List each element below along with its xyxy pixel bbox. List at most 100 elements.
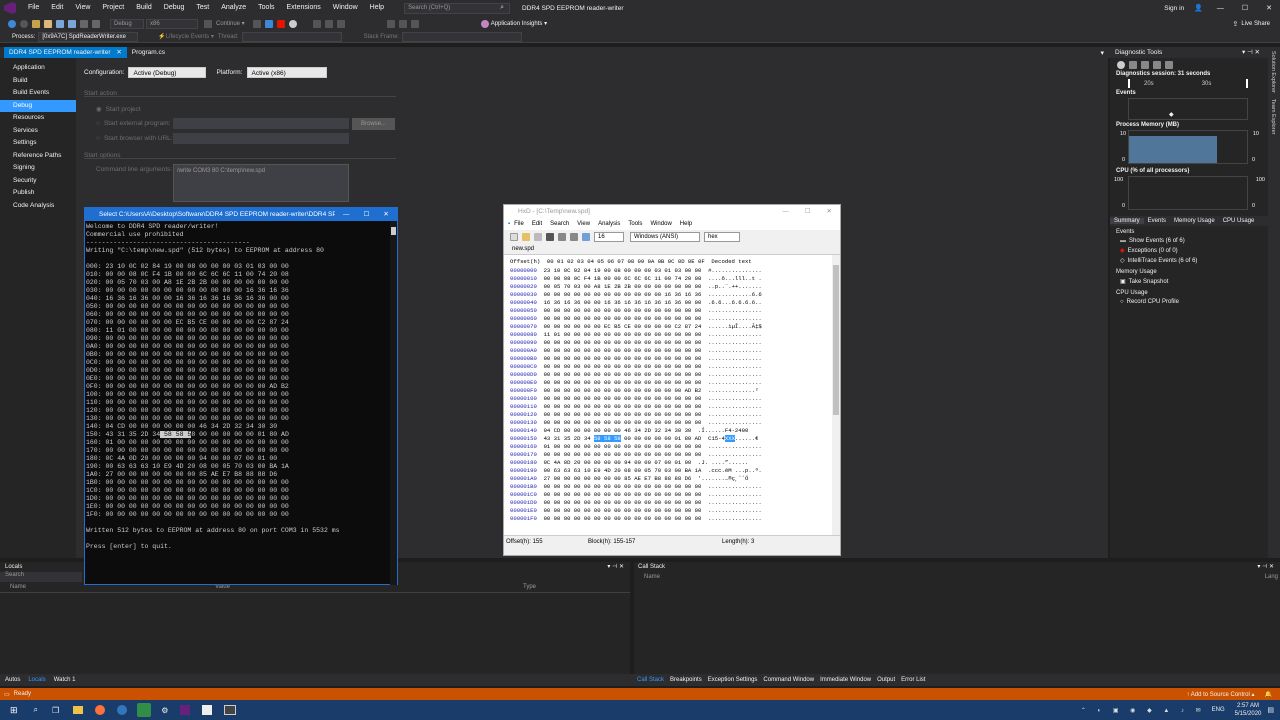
hxd-menu-help[interactable]: Help	[680, 219, 692, 230]
close-icon[interactable]: ✕	[1266, 4, 1272, 12]
pin-icon[interactable]: ▾ ⊣ ✕	[1242, 47, 1260, 58]
hxd-menu-analysis[interactable]: Analysis	[598, 219, 620, 230]
vs-logo-icon[interactable]	[4, 2, 16, 14]
app-insights-button[interactable]: Application Insights ▾	[491, 20, 547, 27]
step-out-icon[interactable]	[336, 19, 345, 28]
take-snapshot-link[interactable]: ▣ Take Snapshot	[1110, 275, 1268, 286]
tab-close-icon[interactable]: ✕	[116, 49, 121, 56]
start-project-radio[interactable]: ◉ Start project	[96, 105, 141, 114]
tab-autos[interactable]: Autos	[2, 677, 23, 683]
nav-debug[interactable]: Debug	[0, 99, 76, 112]
new-icon[interactable]	[510, 233, 518, 241]
bytes-per-row-select[interactable]: 16	[594, 232, 624, 242]
hxd-menu-tools[interactable]: Tools	[628, 219, 642, 230]
firefox-icon[interactable]	[95, 705, 106, 715]
search-icon[interactable]: ⌕	[500, 4, 504, 12]
reset-zoom-icon[interactable]	[1165, 60, 1173, 69]
menu-project[interactable]: Project	[96, 0, 130, 16]
new-project-icon[interactable]	[32, 19, 40, 28]
cmd-args-input[interactable]: /write COM3 80 C:\temp\new.spd	[173, 164, 349, 202]
nav-application[interactable]: Application	[0, 62, 76, 75]
show-events-link[interactable]: ▬ Show Events (6 of 6)	[1110, 235, 1268, 244]
menu-help[interactable]: Help	[364, 0, 390, 16]
hxd-menu-file[interactable]: File	[514, 219, 524, 230]
charset-select[interactable]: Windows (ANSI)	[630, 232, 700, 242]
pin-icon[interactable]: ▾ ⊣ ✕	[607, 563, 624, 570]
tab-watch-1[interactable]: Watch 1	[51, 677, 79, 683]
menu-analyze[interactable]: Analyze	[215, 0, 252, 16]
hot-reload-icon[interactable]	[252, 19, 261, 28]
undo-icon[interactable]	[80, 19, 88, 28]
step-over-icon[interactable]	[324, 19, 333, 28]
tab-overflow-icon[interactable]: ▾	[1100, 49, 1104, 57]
file-explorer-icon[interactable]	[73, 706, 84, 714]
menu-edit[interactable]: Edit	[45, 0, 69, 16]
nav-build[interactable]: Build	[0, 75, 76, 88]
minimize-icon[interactable]: —	[1217, 5, 1224, 12]
menu-file[interactable]: File	[22, 0, 45, 16]
uncomment-icon[interactable]	[410, 19, 419, 28]
offset-base-select[interactable]: hex	[704, 232, 740, 242]
nav-services[interactable]: Services	[0, 125, 76, 138]
close-icon[interactable]: ✕	[827, 205, 832, 219]
start-icon[interactable]	[204, 19, 212, 28]
locals-search-input[interactable]: Search	[0, 572, 82, 582]
add-source-control-button[interactable]: ↑ Add to Source Control ▴	[1186, 691, 1254, 698]
step-into-icon[interactable]	[312, 19, 321, 28]
browser-url-input[interactable]	[173, 133, 349, 144]
undo-icon[interactable]	[558, 233, 566, 241]
tray-icons[interactable]: ⌃ ◐ ▣ ◉ ◆ ▲ ♪ ✉	[1081, 707, 1206, 714]
tab-locals[interactable]: Locals	[25, 677, 48, 683]
tab-cpu-usage[interactable]: CPU Usage	[1219, 218, 1259, 224]
redo-icon[interactable]	[570, 233, 578, 241]
tab-output[interactable]: Output	[874, 677, 898, 683]
hxd-menu-edit[interactable]: Edit	[532, 219, 542, 230]
maximize-icon[interactable]: ☐	[805, 205, 811, 219]
platform-combo[interactable]: x86	[146, 18, 198, 29]
open-icon[interactable]	[522, 233, 530, 241]
menu-extensions[interactable]: Extensions	[281, 0, 327, 16]
back-icon[interactable]	[8, 19, 16, 28]
columns-icon[interactable]	[582, 233, 590, 241]
memory-graph[interactable]: 10 0 10 0	[1120, 130, 1259, 164]
minimize-icon[interactable]: —	[343, 208, 350, 221]
live-share-icon[interactable]: ⇪	[1232, 20, 1238, 28]
lifecycle-icon[interactable]: ⚡	[158, 33, 165, 40]
config-select[interactable]: Active (Debug)	[128, 67, 207, 78]
notification-center-icon[interactable]: ▤	[1267, 706, 1274, 714]
tab-program-cs[interactable]: Program.cs	[127, 47, 170, 58]
minimize-icon[interactable]: —	[782, 205, 789, 219]
timeline-ruler[interactable]: 20s 30s	[1128, 79, 1248, 88]
settings-icon[interactable]	[1117, 60, 1125, 69]
app-insights-icon[interactable]	[480, 19, 489, 28]
start-browser-radio[interactable]: ○ Start browser with URL:	[96, 135, 173, 142]
save-all-icon[interactable]	[68, 19, 76, 28]
maximize-icon[interactable]: ☐	[364, 208, 370, 221]
nav-security[interactable]: Security	[0, 175, 76, 188]
search-box[interactable]: Search (Ctrl+Q)	[404, 2, 511, 14]
zoom-in-icon[interactable]	[1141, 60, 1149, 69]
thread-combo[interactable]	[241, 31, 342, 42]
nav-code-analysis[interactable]: Code Analysis	[0, 200, 76, 213]
stack-frame-combo[interactable]	[402, 31, 523, 42]
tab-immediate-window[interactable]: Immediate Window	[817, 677, 874, 683]
bookmark-icon[interactable]	[386, 19, 395, 28]
config-combo[interactable]: Debug	[110, 18, 144, 29]
menu-view[interactable]: View	[69, 0, 96, 16]
nav-settings[interactable]: Settings	[0, 137, 76, 150]
console-titlebar[interactable]: Select C:\Users\A\Desktop\Software\DDR4 …	[85, 208, 397, 221]
platform-select[interactable]: Active (x86)	[246, 67, 327, 78]
column-header[interactable]: Name	[644, 574, 660, 580]
console-scrollbar[interactable]	[390, 221, 397, 585]
sign-in-link[interactable]: Sign in	[1164, 5, 1184, 12]
search-icon[interactable]: ⌕	[34, 705, 38, 715]
menu-test[interactable]: Test	[190, 0, 215, 16]
zoom-out-icon[interactable]	[1153, 60, 1161, 69]
tab-breakpoints[interactable]: Breakpoints	[667, 677, 705, 683]
pin-icon[interactable]: ▾ ⊣ ✕	[1257, 563, 1274, 570]
save-icon[interactable]	[534, 233, 542, 241]
comment-icon[interactable]	[398, 19, 407, 28]
tab-error-list[interactable]: Error List	[898, 677, 928, 683]
forward-icon[interactable]	[20, 19, 28, 28]
hxd-file-tab[interactable]: new.spd	[504, 244, 840, 255]
